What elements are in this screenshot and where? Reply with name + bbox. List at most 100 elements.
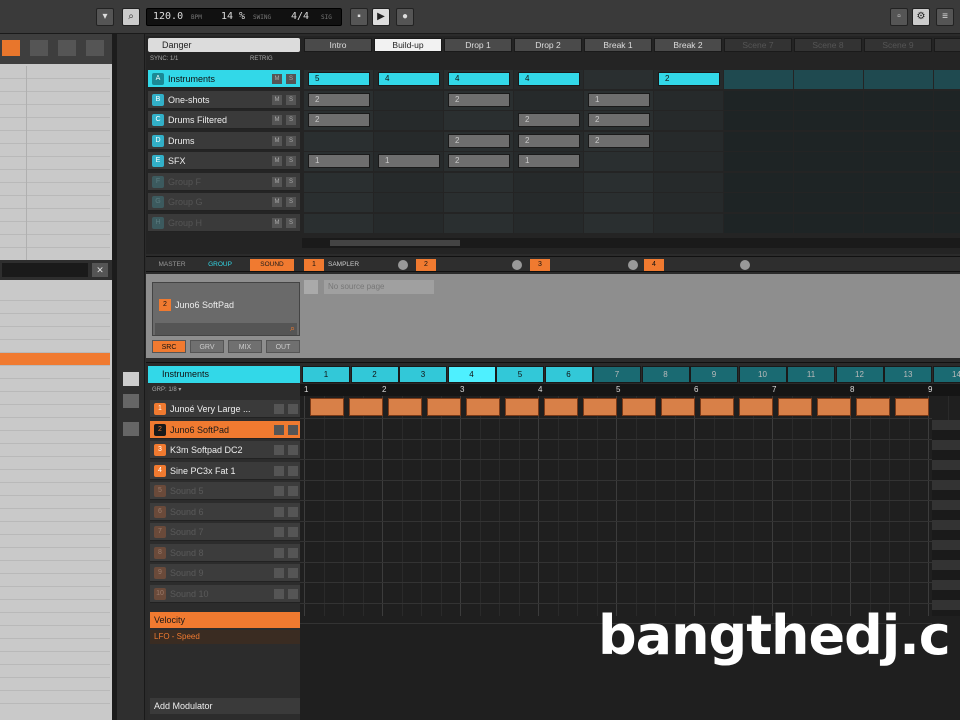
mute-icon[interactable]: M [272,176,282,187]
clip-slot[interactable] [654,111,723,130]
pattern-button[interactable]: 8 [641,366,690,383]
browser-row[interactable] [0,613,110,626]
browser-row[interactable] [0,366,110,379]
slot-1-number[interactable]: 1 [304,259,324,271]
clip-slot[interactable] [584,172,653,192]
clip-slot[interactable] [584,152,653,171]
tab-sound[interactable]: SOUND [250,259,294,271]
sound-row[interactable]: 1 Junoé Very Large ... [150,400,300,418]
clip-slot[interactable] [794,172,863,192]
browser-row[interactable] [0,574,110,587]
tempo-value[interactable]: 120.0 [153,11,183,22]
browser-row[interactable] [0,157,110,170]
clip-slot[interactable] [374,172,443,192]
sound-row[interactable]: 6 Sound 6 [150,502,300,521]
pattern-button[interactable]: 6 [544,366,593,383]
tempo-display[interactable]: 120.0 BPM 14 % SWING 4/4 SIG [146,8,342,26]
lfo-lane[interactable]: LFO - Speed [150,630,300,644]
browser-row[interactable] [0,470,110,483]
pattern-button[interactable]: 13 [884,366,932,383]
clip-slot[interactable] [724,70,793,89]
slot-4-dropdown-icon[interactable] [740,260,750,270]
solo-icon[interactable]: S [286,156,296,166]
browser-row[interactable] [0,418,110,431]
note-event[interactable] [466,398,500,416]
mute-icon[interactable] [274,547,284,558]
clip-slot[interactable] [444,172,513,192]
mute-icon[interactable] [274,588,284,599]
signature-value[interactable]: 4/4 [291,11,309,22]
tab-group[interactable]: GROUP [198,259,242,271]
mute-icon[interactable]: M [272,135,282,146]
scene-header[interactable]: Scene 8 [794,38,862,52]
browser-row[interactable] [0,327,110,340]
mute-icon[interactable] [274,445,284,455]
clip[interactable]: 2 [308,113,370,127]
solo-icon[interactable]: S [286,74,296,84]
sample-tab-icon[interactable] [86,40,104,56]
swing-value[interactable]: 14 % [221,11,245,22]
scene-header[interactable]: Intro [304,38,372,52]
group-row[interactable]: E SFX M S [148,152,300,170]
clip-slot[interactable] [654,172,723,192]
browser-tab-icon[interactable] [2,40,20,56]
clip-slot[interactable] [444,213,513,233]
clip-slot[interactable] [654,213,723,233]
clip-slot[interactable] [444,193,513,212]
slot-4-number[interactable]: 4 [644,259,664,271]
clip-slot[interactable] [724,193,793,212]
clip[interactable]: 2 [518,133,580,148]
mute-icon[interactable] [274,486,284,496]
sync-label[interactable]: SYNC: 1/1 [150,56,178,62]
solo-icon[interactable]: S [286,135,296,146]
panel-button-mix[interactable]: MIX [228,340,262,353]
clip-slot[interactable] [794,90,863,110]
clip-slot[interactable] [304,193,373,212]
group-row[interactable]: G Group G MS [148,193,300,211]
clip-slot[interactable] [374,213,443,233]
clip-slot[interactable] [864,90,933,110]
clip-slot[interactable] [934,172,960,192]
slot-1-name[interactable]: SAMPLER [328,259,368,271]
browser-row[interactable] [0,509,110,522]
clip-slot[interactable] [864,193,933,212]
browser-row[interactable] [0,235,110,248]
mute-icon[interactable]: M [272,94,282,105]
velocity-lane[interactable]: Velocity [150,612,300,628]
solo-icon[interactable] [288,568,298,578]
pattern-button[interactable]: 9 [690,366,738,383]
note-event[interactable] [817,398,851,416]
clip[interactable]: 2 [308,92,370,107]
solo-icon[interactable] [288,506,298,517]
clip-slot[interactable] [934,90,960,110]
slot-3-dropdown-icon[interactable] [628,260,638,270]
clip-slot[interactable] [864,111,933,130]
browser-row[interactable] [0,535,110,548]
mute-icon[interactable]: M [272,197,282,207]
mute-icon[interactable] [274,506,284,517]
clip-slot[interactable] [794,131,863,151]
solo-icon[interactable] [288,547,298,558]
clip[interactable]: 2 [518,113,580,127]
files-tab-icon[interactable] [30,40,48,56]
note-event[interactable] [700,398,734,416]
arranger-scrollbar[interactable] [302,238,960,248]
browser-row[interactable] [0,118,110,131]
scene-header[interactable]: Drop 2 [514,38,582,52]
scene-header[interactable]: Drop 1 [444,38,512,52]
clip[interactable]: 2 [658,72,720,86]
solo-icon[interactable]: S [286,176,296,187]
sound-selector[interactable]: 2 Juno6 SoftPad ⌕ [152,282,300,336]
browser-row[interactable] [0,288,110,301]
clip-slot[interactable] [724,152,793,171]
browser-row[interactable] [0,209,110,222]
solo-icon[interactable] [288,588,298,599]
scene-header[interactable]: Break 2 [654,38,722,52]
retrig-label[interactable]: RETRIG [250,56,273,62]
clip[interactable]: 1 [588,92,650,107]
disk-tab-icon[interactable] [58,40,76,56]
clip-slot[interactable] [304,172,373,192]
browser-row[interactable] [0,652,110,665]
clip[interactable]: 1 [378,154,440,168]
record-icon[interactable]: ● [396,8,414,26]
